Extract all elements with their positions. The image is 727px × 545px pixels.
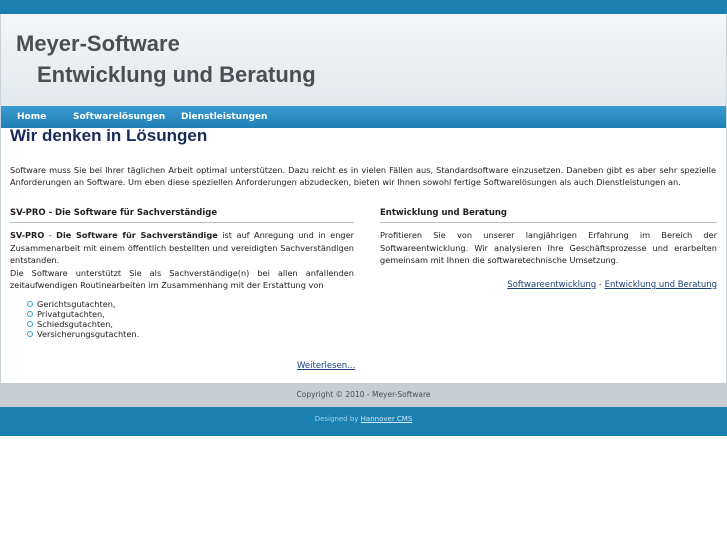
nav-item-softwareloesungen[interactable]: Softwarelösungen — [73, 106, 165, 128]
main-nav: Home Softwarelösungen Dienstleistungen — [1, 106, 726, 128]
site-header: Meyer-Software Entwicklung und Beratung — [1, 14, 726, 106]
link-entwicklung-beratung[interactable]: Entwicklung und Beratung — [605, 280, 717, 290]
page-title: Wir denken in Lösungen — [10, 126, 208, 145]
right-column: Entwicklung und Beratung Profitieren Sie… — [380, 207, 717, 267]
site-subtitle: Entwicklung und Beratung — [37, 62, 316, 87]
right-column-text: Profitieren Sie von unserer langjährigen… — [380, 230, 717, 265]
list-item: Privatgutachten, — [27, 309, 354, 319]
nav-item-dienstleistungen[interactable]: Dienstleistungen — [181, 106, 267, 128]
left-column: SV-PRO - Die Software für Sachverständig… — [10, 207, 354, 339]
report-type-list: Gerichtsgutachten, Privatgutachten, Schi… — [27, 299, 354, 339]
lead-separator: - — [44, 230, 57, 240]
designer-link[interactable]: Hannover CMS — [361, 415, 413, 423]
list-item: Versicherungsgutachten. — [27, 329, 354, 339]
product-name: SV-PRO — [10, 230, 45, 240]
list-item: Schiedsgutachten, — [27, 319, 354, 329]
copyright-bar: Copyright © 2010 - Meyer-Software — [0, 383, 727, 407]
service-links: Softwareentwicklung - Entwicklung und Be… — [507, 280, 717, 290]
nav-item-home[interactable]: Home — [17, 106, 46, 128]
right-column-title: Entwicklung und Beratung — [380, 207, 717, 223]
left-column-title: SV-PRO - Die Software für Sachverständig… — [10, 207, 354, 223]
link-separator: - — [596, 280, 605, 290]
site-footer: Designed by Hannover CMS — [0, 407, 727, 436]
site-title: Meyer-Software — [16, 31, 180, 56]
left-column-para2: Die Software unterstützt Sie als Sachver… — [10, 267, 354, 291]
read-more-link[interactable]: Weiterlesen... — [297, 361, 355, 371]
link-softwareentwicklung[interactable]: Softwareentwicklung — [507, 280, 596, 290]
top-accent-bar — [0, 0, 727, 14]
product-tagline: Die Software für Sachverständige — [56, 230, 218, 240]
left-column-lead: SV-PRO - Die Software für Sachverständig… — [10, 229, 354, 267]
list-item: Gerichtsgutachten, — [27, 299, 354, 309]
intro-text: Software muss Sie bei Ihrer täglichen Ar… — [10, 165, 716, 187]
designed-by-label: Designed by — [314, 415, 361, 423]
copyright-text: Copyright © 2010 - Meyer-Software — [296, 390, 431, 399]
